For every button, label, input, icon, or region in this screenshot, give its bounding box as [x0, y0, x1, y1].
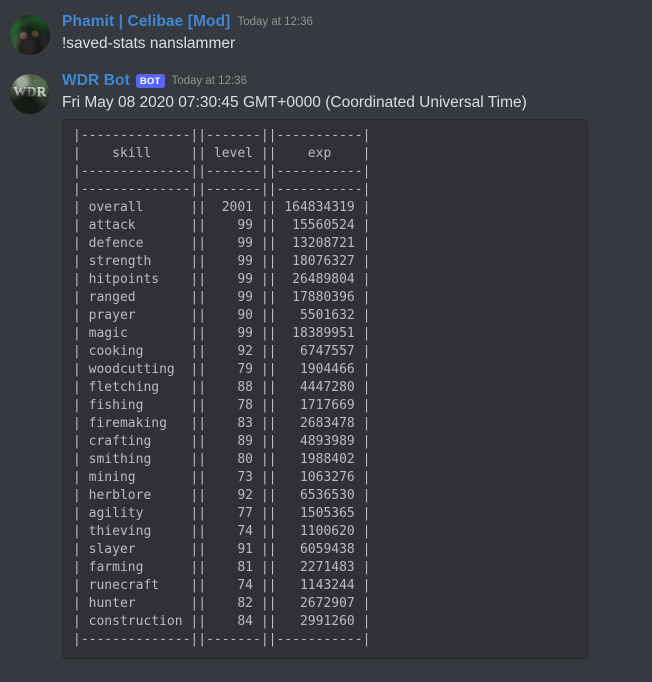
- avatar-phamit[interactable]: [10, 15, 50, 55]
- message-body: WDR Bot BOT Today at 12:36 Fri May 08 20…: [62, 71, 636, 659]
- stats-table-ascii: |--------------||-------||-----------| |…: [73, 128, 371, 647]
- avatar-wdr-bot[interactable]: WDR: [10, 74, 50, 114]
- avatar-container[interactable]: WDR: [10, 71, 50, 659]
- avatar-wdr-label: WDR: [13, 84, 47, 100]
- code-block: |--------------||-------||-----------| |…: [62, 119, 588, 659]
- message-text: !saved-stats nanslammer: [62, 35, 236, 52]
- message-list: Phamit | Celibae [Mod] Today at 12:36 !s…: [0, 0, 652, 661]
- message-header: Phamit | Celibae [Mod] Today at 12:36: [62, 12, 636, 32]
- message-item[interactable]: WDR WDR Bot BOT Today at 12:36 Fri May 0…: [0, 67, 652, 661]
- message-item[interactable]: Phamit | Celibae [Mod] Today at 12:36 !s…: [0, 8, 652, 57]
- message-body: Phamit | Celibae [Mod] Today at 12:36 !s…: [62, 12, 636, 55]
- message-text: Fri May 08 2020 07:30:45 GMT+0000 (Coord…: [62, 94, 527, 111]
- avatar-container[interactable]: [10, 12, 50, 55]
- author-name[interactable]: Phamit | Celibae [Mod]: [62, 12, 230, 32]
- message-timestamp: Today at 12:36: [171, 75, 247, 87]
- bot-badge: BOT: [135, 73, 165, 89]
- author-name[interactable]: WDR Bot: [62, 71, 130, 91]
- message-header: WDR Bot BOT Today at 12:36: [62, 71, 636, 91]
- message-timestamp: Today at 12:36: [237, 16, 313, 28]
